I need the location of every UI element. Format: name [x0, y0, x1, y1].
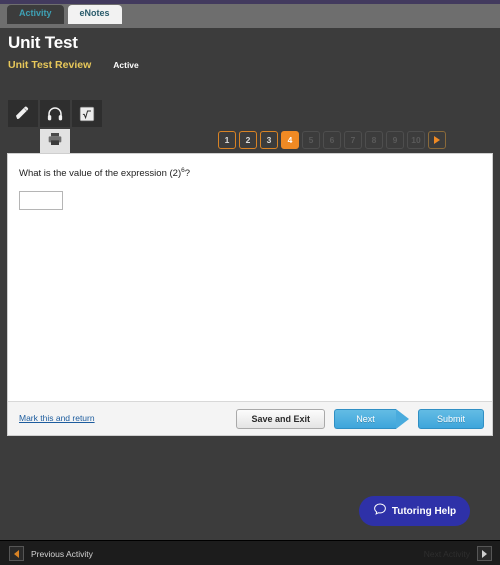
equation-editor-icon: [78, 105, 96, 123]
save-and-exit-button[interactable]: Save and Exit: [236, 409, 325, 429]
arrow-right-icon: [395, 409, 409, 429]
question-button-3[interactable]: 3: [260, 131, 278, 149]
tool-palette-row-2: [40, 129, 70, 153]
chevron-right-icon: [434, 136, 440, 144]
question-button-1-label: 1: [224, 135, 230, 145]
previous-activity-label: Previous Activity: [31, 548, 93, 559]
tab-activity-label: Activity: [19, 8, 52, 18]
question-button-10-label: 10: [411, 135, 421, 145]
question-prompt-text: What is the value of the expression (2): [19, 168, 182, 180]
question-card: What is the value of the expression (2)6…: [7, 153, 493, 436]
save-and-exit-label: Save and Exit: [251, 414, 310, 424]
next-button-body: Next: [333, 409, 396, 429]
tab-activity[interactable]: Activity: [7, 5, 64, 24]
question-button-5-label: 5: [308, 135, 314, 145]
next-activity-label: Next Activity: [423, 548, 470, 559]
highlighter-icon: [14, 104, 33, 123]
title-block: Unit Test Unit Test Review Active: [8, 33, 139, 71]
tab-bar: Activity eNotes: [7, 5, 122, 24]
print-tool-button[interactable]: [40, 129, 70, 153]
question-button-10: 10: [407, 131, 425, 149]
arrow-right-icon: [477, 546, 492, 561]
question-button-9-label: 9: [392, 135, 398, 145]
previous-activity-button[interactable]: Previous Activity: [9, 546, 93, 561]
question-button-8: 8: [365, 131, 383, 149]
assignment-subtitle: Unit Test Review: [8, 59, 92, 71]
next-button-label: Next: [356, 414, 375, 424]
question-prompt-suffix: ?: [184, 168, 191, 180]
question-prompt: What is the value of the expression (2)6…: [19, 166, 190, 180]
page-title: Unit Test: [8, 33, 78, 52]
question-button-4-label: 4: [287, 135, 293, 145]
question-button-2-label: 2: [245, 135, 251, 145]
next-button[interactable]: Next: [333, 409, 409, 429]
highlighter-tool-button[interactable]: [8, 100, 38, 127]
question-nav-next-button[interactable]: [428, 131, 446, 149]
card-action-bar: Mark this and return Save and Exit Next …: [8, 401, 492, 435]
printer-icon: [47, 131, 63, 152]
question-button-8-label: 8: [371, 135, 377, 145]
subtitle-row: Unit Test Review Active: [8, 59, 139, 71]
question-button-4[interactable]: 4: [281, 131, 299, 149]
question-button-1[interactable]: 1: [218, 131, 236, 149]
tutoring-help-button[interactable]: Tutoring Help: [359, 496, 470, 526]
question-button-3-label: 3: [266, 135, 272, 145]
arrow-left-icon: [9, 546, 24, 561]
activity-navigation-bar: Previous Activity Next Activity: [0, 540, 500, 565]
submit-button[interactable]: Submit: [417, 409, 484, 429]
headphones-icon: [46, 105, 64, 123]
question-button-7: 7: [344, 131, 362, 149]
question-button-7-label: 7: [350, 135, 356, 145]
status-badge: Active: [113, 60, 139, 70]
tutoring-help-label: Tutoring Help: [391, 505, 457, 517]
equation-editor-tool-button[interactable]: [72, 100, 102, 127]
question-button-5: 5: [302, 131, 320, 149]
question-button-6-label: 6: [329, 135, 335, 145]
card-action-buttons: Save and Exit Next Submit: [236, 409, 484, 429]
submit-button-label: Submit: [436, 414, 465, 424]
question-navigation: 1 2 3 4 5 6 7 8 9 10: [218, 131, 446, 149]
read-aloud-tool-button[interactable]: [40, 100, 70, 127]
next-activity-button: Next Activity: [424, 546, 492, 561]
tool-palette: [8, 100, 102, 127]
question-button-6: 6: [323, 131, 341, 149]
question-button-2[interactable]: 2: [239, 131, 257, 149]
activity-window: Activity eNotes Unit Test Unit Test Revi…: [0, 0, 500, 565]
answer-input[interactable]: [19, 191, 63, 210]
chat-bubble-icon: [373, 502, 387, 521]
tab-enotes[interactable]: eNotes: [67, 5, 122, 24]
question-button-9: 9: [386, 131, 404, 149]
tab-enotes-label: eNotes: [79, 8, 110, 18]
mark-and-return-link[interactable]: Mark this and return: [19, 413, 95, 423]
